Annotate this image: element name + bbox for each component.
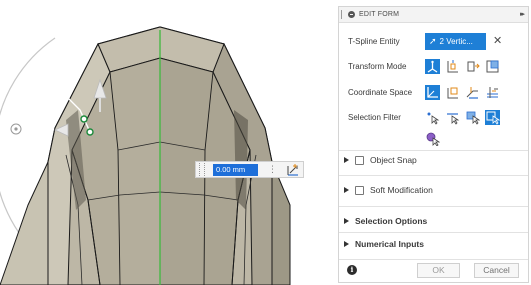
coordinate-space-label: Coordinate Space xyxy=(348,88,413,97)
translation-icon[interactable] xyxy=(445,59,460,74)
info-icon[interactable]: i xyxy=(347,265,357,275)
soft-modification-section[interactable]: Soft Modification xyxy=(344,185,433,195)
panel-drag-handle-icon[interactable] xyxy=(341,10,344,19)
tspline-entity-select-button[interactable]: ➚ 2 Vertic... xyxy=(425,33,486,50)
numerical-inputs-section[interactable]: Numerical Inputs xyxy=(344,239,424,249)
divider xyxy=(339,175,528,176)
expand-triangle-icon[interactable] xyxy=(344,157,349,163)
selection-options-label: Selection Options xyxy=(355,216,428,226)
grip-icon[interactable] xyxy=(199,163,205,176)
cancel-button[interactable]: Cancel xyxy=(474,263,519,278)
soft-modification-checkbox[interactable] xyxy=(355,185,364,195)
dimension-input-box: ⋮ xyxy=(195,161,304,178)
ok-button[interactable]: OK xyxy=(417,263,460,278)
tspline-entity-label: T-Spline Entity xyxy=(348,37,400,46)
divider xyxy=(339,232,528,233)
object-snap-checkbox[interactable] xyxy=(355,155,364,165)
local-space-icon[interactable] xyxy=(465,85,480,100)
object-snap-section[interactable]: Object Snap xyxy=(344,155,417,165)
panel-header[interactable]: EDIT FORM ▸▸ xyxy=(339,7,528,23)
tspline-model[interactable] xyxy=(0,0,334,285)
panel-title: EDIT FORM xyxy=(359,11,400,18)
selected-vertex[interactable] xyxy=(86,128,94,136)
divider xyxy=(339,150,528,151)
expand-triangle-icon[interactable] xyxy=(344,218,349,224)
stop-icon xyxy=(348,11,355,18)
divider xyxy=(339,206,528,207)
edit-form-panel: EDIT FORM ▸▸ T-Spline Entity ➚ 2 Vertic.… xyxy=(338,6,529,283)
sketch-dimension-icon[interactable] xyxy=(286,163,300,177)
view-space-icon[interactable] xyxy=(445,85,460,100)
canvas-viewport[interactable]: ⋮ xyxy=(0,0,334,285)
expand-triangle-icon[interactable] xyxy=(344,241,349,247)
clear-selection-icon[interactable]: ✕ xyxy=(493,34,502,47)
collapse-panel-icon[interactable]: ▸▸ xyxy=(520,10,525,18)
transform-mode-label: Transform Mode xyxy=(348,62,407,71)
vertex-filter-icon[interactable] xyxy=(425,110,440,125)
expand-triangle-icon[interactable] xyxy=(344,187,349,193)
face-filter-icon[interactable] xyxy=(465,110,481,125)
scale-icon[interactable] xyxy=(485,59,500,74)
cursor-icon: ➚ xyxy=(429,36,437,46)
distance-input[interactable] xyxy=(213,163,258,176)
edge-filter-icon[interactable] xyxy=(445,110,460,125)
soft-modification-label: Soft Modification xyxy=(370,185,433,195)
selection-filter-label: Selection Filter xyxy=(348,113,401,122)
more-options-icon[interactable]: ⋮ xyxy=(268,164,277,175)
numerical-inputs-label: Numerical Inputs xyxy=(355,239,424,249)
body-filter-icon[interactable] xyxy=(485,110,501,125)
selected-vertex[interactable] xyxy=(80,115,88,123)
all-filter-icon[interactable] xyxy=(425,131,441,147)
rotation-icon[interactable] xyxy=(465,59,480,74)
world-space-icon[interactable] xyxy=(425,85,440,100)
object-snap-label: Object Snap xyxy=(370,155,417,165)
multi-transform-icon[interactable] xyxy=(425,59,440,74)
per-face-icon[interactable] xyxy=(485,85,500,100)
panel-footer: i OK Cancel xyxy=(339,260,528,282)
tspline-entity-value: 2 Vertic... xyxy=(439,37,473,46)
selection-options-section[interactable]: Selection Options xyxy=(344,216,427,226)
